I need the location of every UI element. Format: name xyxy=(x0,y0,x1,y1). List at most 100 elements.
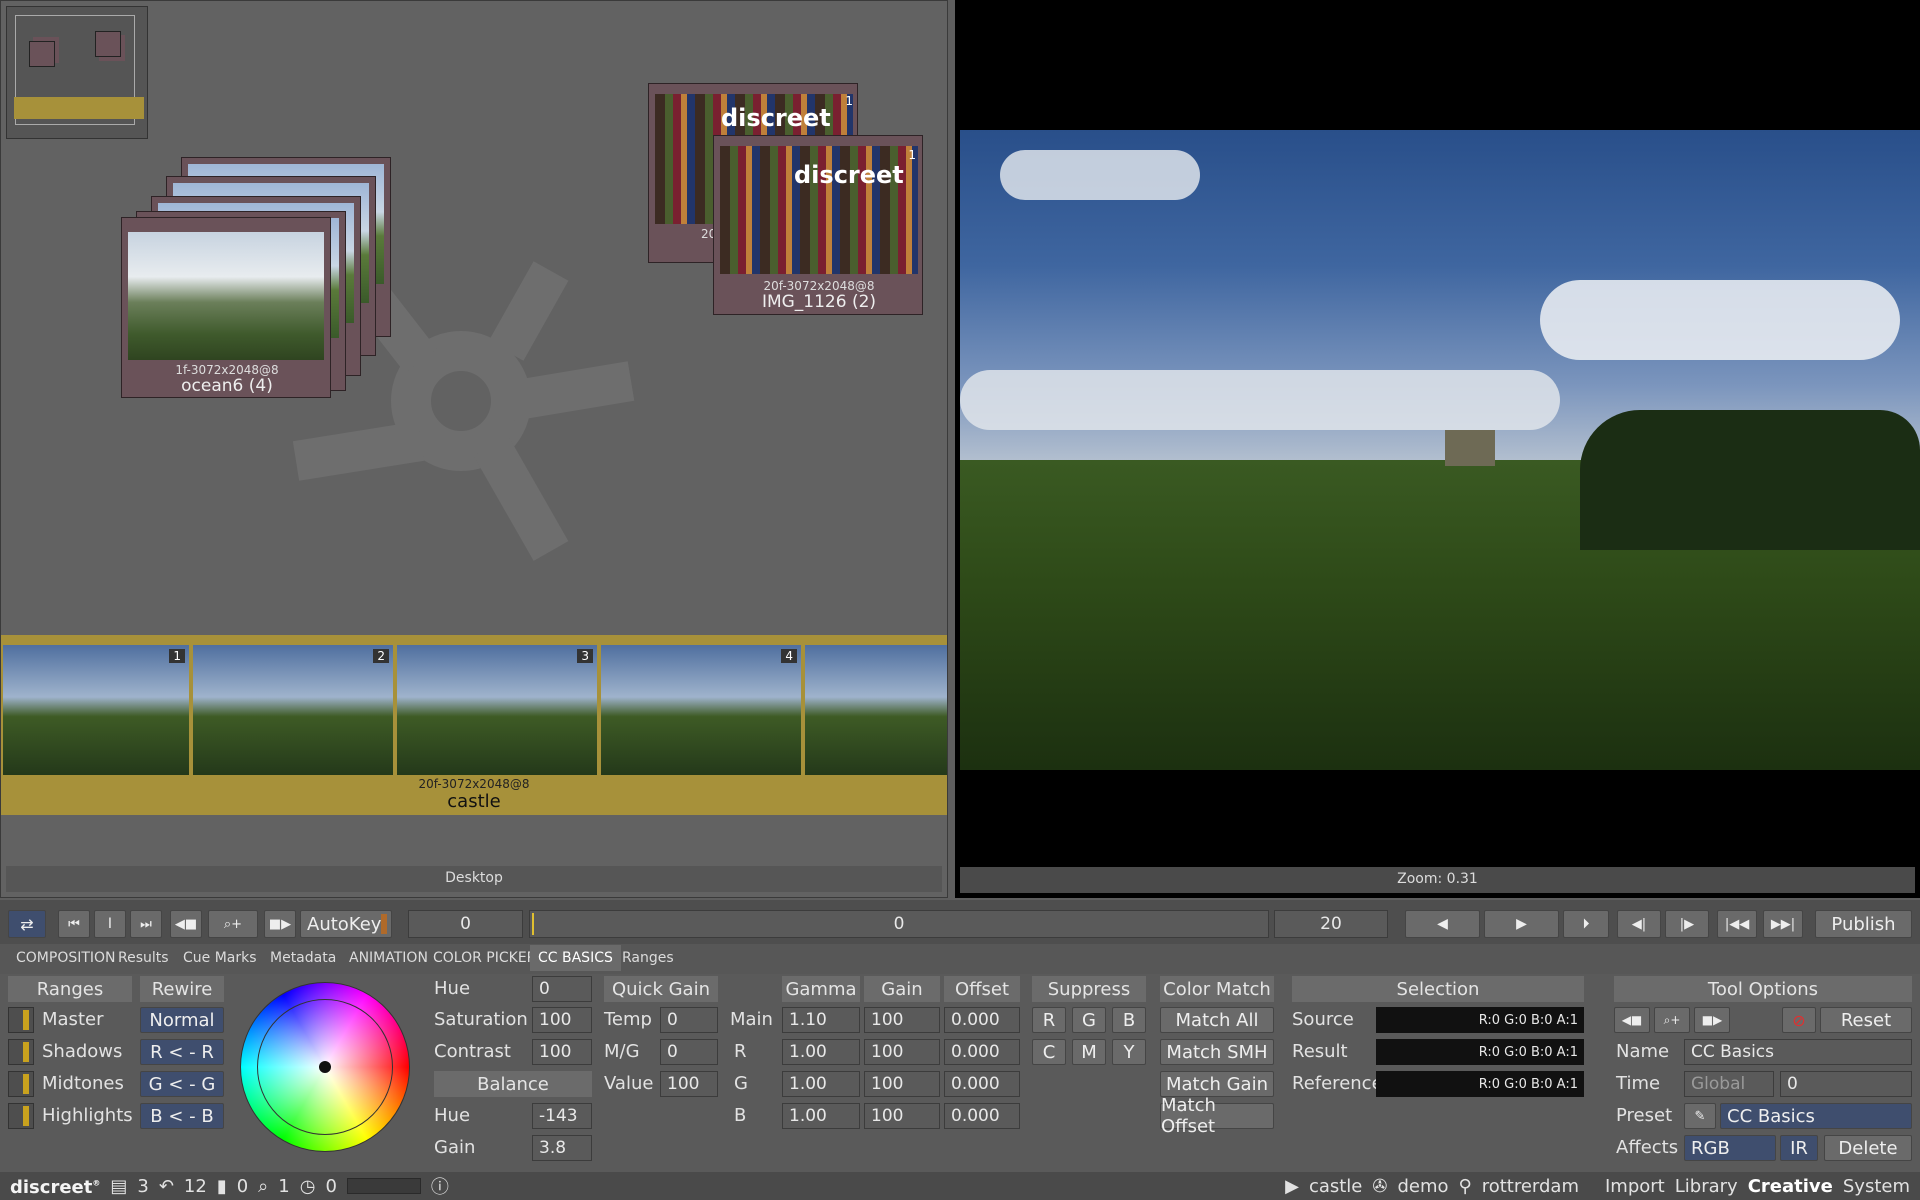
rewire-master-button[interactable]: Normal xyxy=(140,1007,224,1033)
shadows-range-toggle[interactable] xyxy=(8,1039,34,1065)
menu-system[interactable]: System xyxy=(1843,1176,1910,1197)
temp-field[interactable]: 0 xyxy=(660,1007,718,1033)
gamma-g-field[interactable]: 1.00 xyxy=(782,1071,860,1097)
suppress-m-button[interactable]: M xyxy=(1072,1039,1106,1065)
value-field[interactable]: 100 xyxy=(660,1071,718,1097)
reel-frame[interactable] xyxy=(805,645,947,775)
match-smh-button[interactable]: Match SMH xyxy=(1160,1039,1274,1065)
saturation-field[interactable]: 100 xyxy=(532,1007,592,1033)
color-wheel[interactable] xyxy=(240,982,410,1152)
tool-prev-key-button[interactable]: ◀■ xyxy=(1614,1007,1650,1033)
tool-bypass-button[interactable]: ⊘ xyxy=(1782,1007,1816,1033)
desktop-pane[interactable]: 1f-3072x2048@8 ocean6 (4) discreet 1 20 … xyxy=(0,0,948,898)
tab-metadata[interactable]: Metadata xyxy=(270,950,336,966)
balance-hue-field[interactable]: -143 xyxy=(532,1103,592,1129)
start-frame-field[interactable]: 0 xyxy=(408,910,523,938)
mg-field[interactable]: 0 xyxy=(660,1039,718,1065)
tool-add-key-button[interactable]: ⌕+ xyxy=(1654,1007,1690,1033)
tool-name-field[interactable]: CC Basics xyxy=(1684,1039,1912,1065)
go-start-button[interactable]: ⏮ xyxy=(58,910,90,938)
prev-clip-button[interactable]: |◀◀ xyxy=(1717,910,1757,938)
autokey-button[interactable]: AutoKey xyxy=(300,910,392,938)
undo-icon[interactable]: ↶ xyxy=(159,1176,174,1197)
suppress-g-button[interactable]: G xyxy=(1072,1007,1106,1033)
rewire-b-button[interactable]: B < - B xyxy=(140,1103,224,1129)
tab-cue-marks[interactable]: Cue Marks xyxy=(183,950,257,966)
play-button[interactable]: ▶ xyxy=(1484,910,1559,938)
balance-gain-field[interactable]: 3.8 xyxy=(532,1135,592,1161)
host-name[interactable]: rottrerdam xyxy=(1482,1176,1579,1197)
tool-preset-field[interactable]: CC Basics xyxy=(1720,1103,1912,1129)
timeline-scrubber[interactable]: 0 xyxy=(529,910,1269,938)
prev-key-button[interactable]: ◀■ xyxy=(170,910,202,938)
rewire-g-button[interactable]: G < - G xyxy=(140,1071,224,1097)
reel-frame[interactable]: 2 xyxy=(193,645,393,775)
highlights-range-toggle[interactable] xyxy=(8,1103,34,1129)
play-loop-button[interactable]: ⏵ xyxy=(1563,910,1609,938)
image-viewer[interactable]: Zoom: 0.31 xyxy=(955,0,1920,898)
desktop-navigator[interactable] xyxy=(6,6,148,139)
tab-animation[interactable]: ANIMATION xyxy=(349,950,428,966)
tool-affects-select[interactable]: RGB xyxy=(1684,1135,1776,1161)
tab-color-picker[interactable]: COLOR PICKER xyxy=(433,950,536,966)
end-frame-field[interactable]: 20 xyxy=(1274,910,1388,938)
reel-castle[interactable]: 1 2 3 4 20f-3072x2048@8 castle xyxy=(1,635,947,815)
gain-b-field[interactable]: 100 xyxy=(864,1103,940,1129)
reel-frame[interactable]: 1 xyxy=(3,645,189,775)
tab-results[interactable]: Results xyxy=(118,950,169,966)
match-gain-button[interactable]: Match Gain xyxy=(1160,1071,1274,1097)
menu-library[interactable]: Library xyxy=(1675,1176,1738,1197)
tab-ranges[interactable]: Ranges xyxy=(622,950,674,966)
search-icon[interactable]: ⌕ xyxy=(258,1176,268,1197)
project-name[interactable]: castle xyxy=(1309,1176,1362,1197)
add-key-button[interactable]: ⌕+ xyxy=(208,910,258,938)
menu-creative[interactable]: Creative xyxy=(1748,1176,1833,1197)
tool-next-key-button[interactable]: ■▶ xyxy=(1694,1007,1730,1033)
match-all-button[interactable]: Match All xyxy=(1160,1007,1274,1033)
menu-import[interactable]: Import xyxy=(1605,1176,1665,1197)
suppress-r-button[interactable]: R xyxy=(1032,1007,1066,1033)
gain-g-field[interactable]: 100 xyxy=(864,1071,940,1097)
mode-toggle-button[interactable]: ⇄ xyxy=(8,910,46,938)
tab-cc-basics[interactable]: CC BASICS xyxy=(530,945,621,971)
preset-picker-button[interactable]: ✎ xyxy=(1684,1103,1716,1129)
tool-ir-toggle[interactable]: IR xyxy=(1780,1135,1818,1161)
master-range-toggle[interactable] xyxy=(8,1007,34,1033)
match-offset-button[interactable]: Match Offset xyxy=(1160,1095,1274,1137)
contrast-field[interactable]: 100 xyxy=(532,1039,592,1065)
wheel-center-handle[interactable] xyxy=(319,1061,331,1073)
offset-g-field[interactable]: 0.000 xyxy=(944,1071,1020,1097)
gain-main-field[interactable]: 100 xyxy=(864,1007,940,1033)
step-back-button[interactable]: ◀| xyxy=(1617,910,1661,938)
offset-r-field[interactable]: 0.000 xyxy=(944,1039,1020,1065)
in-point-button[interactable]: I xyxy=(94,910,126,938)
tool-time-mode[interactable]: Global xyxy=(1684,1071,1774,1097)
next-key-button[interactable]: ■▶ xyxy=(264,910,296,938)
suppress-b-button[interactable]: B xyxy=(1112,1007,1146,1033)
gain-r-field[interactable]: 100 xyxy=(864,1039,940,1065)
tab-composition[interactable]: COMPOSITION xyxy=(16,950,116,966)
info-icon[interactable]: ⓘ xyxy=(431,1173,449,1199)
suppress-y-button[interactable]: Y xyxy=(1112,1039,1146,1065)
tool-reset-button[interactable]: Reset xyxy=(1820,1007,1912,1033)
offset-main-field[interactable]: 0.000 xyxy=(944,1007,1020,1033)
reel-frame[interactable]: 4 xyxy=(601,645,801,775)
publish-button[interactable]: Publish xyxy=(1815,910,1912,938)
go-end-button[interactable]: ⏭ xyxy=(130,910,162,938)
play-reverse-button[interactable]: ◀ xyxy=(1405,910,1480,938)
selection-result-swatch[interactable]: R:0 G:0 B:0 A:1 xyxy=(1376,1039,1584,1065)
next-clip-button[interactable]: ▶▶| xyxy=(1763,910,1803,938)
clip-img1126[interactable]: discreet 1 20f-3072x2048@8 IMG_1126 (2) xyxy=(713,135,923,315)
suppress-c-button[interactable]: C xyxy=(1032,1039,1066,1065)
rewire-r-button[interactable]: R < - R xyxy=(140,1039,224,1065)
midtones-range-toggle[interactable] xyxy=(8,1071,34,1097)
user-name[interactable]: demo xyxy=(1397,1176,1448,1197)
reel-frame[interactable]: 3 xyxy=(397,645,597,775)
hue-field[interactable]: 0 xyxy=(532,976,592,1002)
selection-source-swatch[interactable]: R:0 G:0 B:0 A:1 xyxy=(1376,1007,1584,1033)
tool-delete-button[interactable]: Delete xyxy=(1824,1135,1912,1161)
viewer-image[interactable] xyxy=(960,130,1920,770)
selection-reference-swatch[interactable]: R:0 G:0 B:0 A:1 xyxy=(1376,1071,1584,1097)
gamma-b-field[interactable]: 1.00 xyxy=(782,1103,860,1129)
offset-b-field[interactable]: 0.000 xyxy=(944,1103,1020,1129)
